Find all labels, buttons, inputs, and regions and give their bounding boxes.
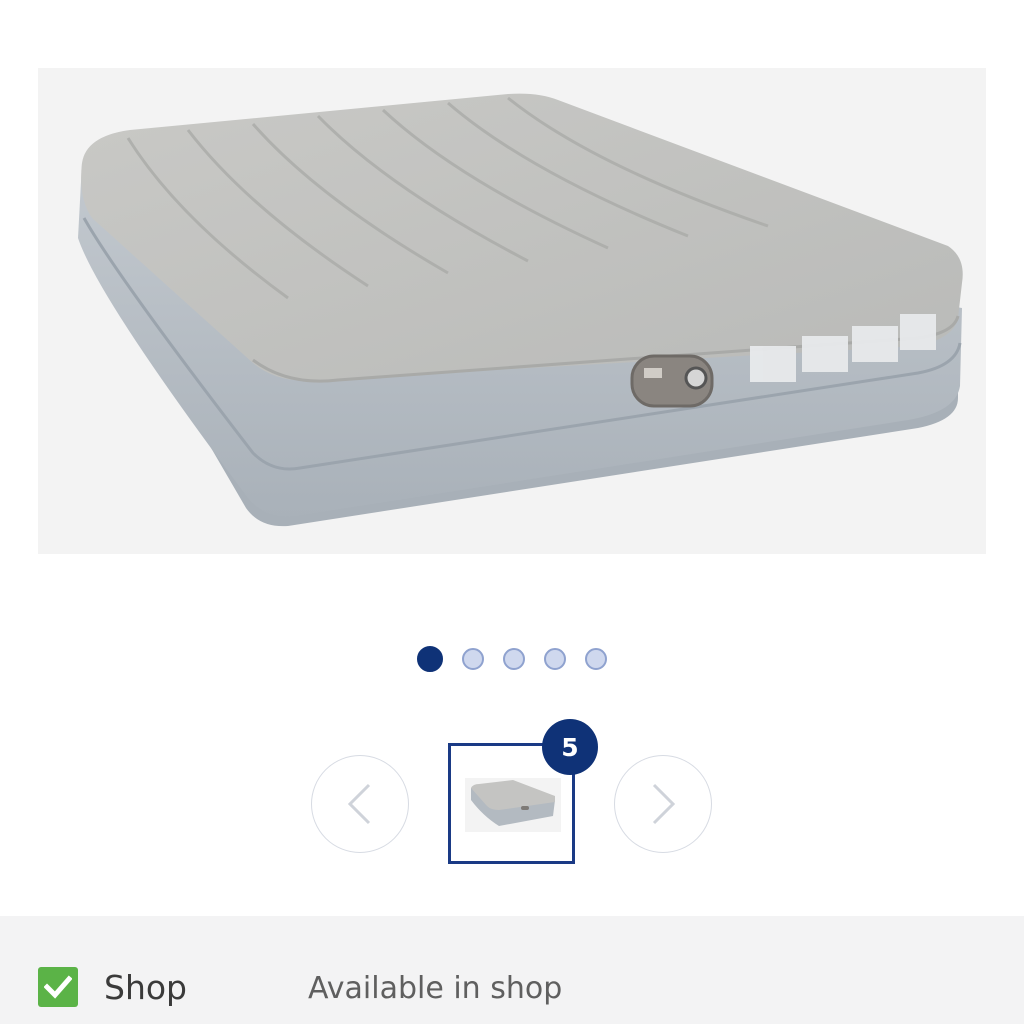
availability-channel-label: Shop [104,968,187,1007]
carousel-pagination [0,646,1024,672]
availability-row: Shop Available in shop [0,916,1024,1024]
image-count-badge: 5 [542,719,598,775]
availability-status: Available in shop [308,971,563,1006]
chevron-left-icon [347,783,371,825]
pagination-dot-3[interactable] [503,648,525,670]
thumbnail-mattress-image [465,778,561,832]
pagination-dot-2[interactable] [462,648,484,670]
chevron-right-icon [652,783,676,825]
pagination-dot-5[interactable] [585,648,607,670]
pagination-dot-1[interactable] [417,646,443,672]
pagination-dot-4[interactable] [544,648,566,670]
product-main-image[interactable] [38,68,986,554]
previous-image-button[interactable] [311,755,409,853]
next-image-button[interactable] [614,755,712,853]
air-mattress-illustration [78,93,963,527]
check-icon [38,967,78,1007]
